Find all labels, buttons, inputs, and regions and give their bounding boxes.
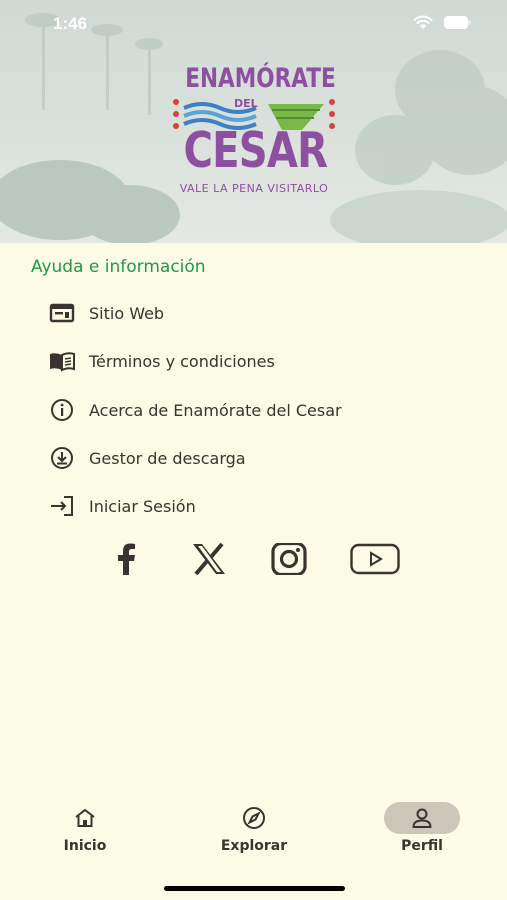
menu-item-iniciar-sesion[interactable]: Iniciar Sesión [48,486,468,526]
social-links [108,538,408,580]
status-bar: 1:46 [0,0,507,48]
menu-label: Gestor de descarga [89,448,246,468]
nav-item-inicio[interactable]: Inicio [25,796,145,862]
nav-label: Perfil [401,838,443,854]
nav-pill [47,802,123,834]
wifi-icon [413,15,433,29]
home-icon [75,808,95,827]
nav-pill-active [384,802,460,834]
logo-line3: CESAR [183,122,328,179]
x-icon[interactable] [190,538,228,580]
menu-label: Iniciar Sesión [89,496,196,516]
menu-label: Acerca de Enamórate del Cesar [89,400,342,420]
menu-item-gestor-descarga[interactable]: Gestor de descarga [48,438,468,478]
battery-icon [444,16,471,29]
person-icon [412,808,432,828]
home-indicator [164,886,345,891]
logo-line2: DEL [234,97,258,110]
website-icon [48,299,76,327]
info-icon [48,396,76,424]
enamorate-del-cesar-logo: ENAMÓRATE DEL CESAR VALE LA PENA VISITAR… [168,62,340,222]
instagram-icon[interactable] [269,538,309,580]
bottom-navigation: Inicio Explorar Perfil [0,796,507,866]
header-banner: 1:46 ENAMÓRATE DEL CESAR VALE LA PENA VI… [0,0,507,243]
facebook-icon[interactable] [112,538,140,580]
menu-label: Términos y condiciones [89,351,275,371]
nav-pill [216,802,292,834]
logo-line1: ENAMÓRATE [185,63,336,94]
book-icon [48,347,76,375]
section-title: Ayuda e información [31,257,206,277]
compass-icon [243,807,265,829]
download-icon [48,444,76,472]
menu-label: Sitio Web [89,303,165,323]
menu-item-sitio-web[interactable]: Sitio Web [48,293,468,333]
nav-item-explorar[interactable]: Explorar [194,796,314,862]
status-time: 1:46 [53,14,88,33]
youtube-icon[interactable] [349,538,401,580]
nav-label: Inicio [63,838,107,854]
menu-item-acerca[interactable]: Acerca de Enamórate del Cesar [48,390,468,430]
logo-tagline: VALE LA PENA VISITARLO [179,182,329,195]
login-icon [48,492,76,520]
nav-label: Explorar [220,838,288,854]
menu-item-terminos[interactable]: Términos y condiciones [48,341,468,381]
nav-item-perfil[interactable]: Perfil [362,796,482,862]
